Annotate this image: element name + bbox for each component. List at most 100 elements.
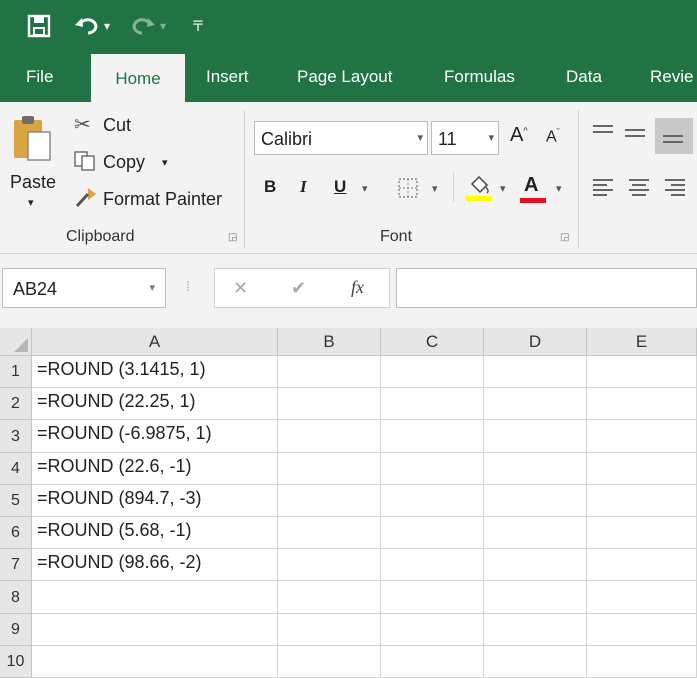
cell[interactable]	[381, 646, 484, 678]
format-painter-button[interactable]: Format Painter	[103, 189, 222, 210]
cell[interactable]	[587, 453, 697, 485]
tab-review[interactable]: Revie	[650, 52, 693, 102]
formula-input[interactable]	[396, 268, 697, 308]
cell[interactable]	[484, 517, 587, 549]
select-all-corner[interactable]	[0, 328, 32, 356]
cell[interactable]	[381, 549, 484, 581]
font-color-button[interactable]: A	[524, 174, 538, 197]
cell[interactable]	[278, 356, 381, 388]
align-bottom-button[interactable]	[655, 118, 693, 154]
cell-a[interactable]: =ROUND (22.6, -1)	[32, 453, 278, 485]
font-color-dropdown-icon[interactable]: ▾	[556, 182, 562, 195]
row-header[interactable]: 7	[0, 549, 32, 581]
cell-a[interactable]	[32, 581, 278, 614]
save-icon[interactable]	[27, 14, 51, 38]
cell[interactable]	[381, 453, 484, 485]
insert-function-icon[interactable]: fx	[351, 277, 364, 298]
cell[interactable]	[381, 420, 484, 453]
cell[interactable]	[381, 356, 484, 388]
cell[interactable]	[484, 646, 587, 678]
bold-button[interactable]: B	[264, 177, 276, 197]
column-header-b[interactable]: B	[278, 328, 381, 356]
row-header[interactable]: 8	[0, 581, 32, 614]
cell-a[interactable]: =ROUND (894.7, -3)	[32, 485, 278, 517]
cell[interactable]	[381, 485, 484, 517]
tab-file[interactable]: File	[26, 52, 53, 102]
cell[interactable]	[278, 581, 381, 614]
font-launcher-icon[interactable]: ◲	[560, 232, 569, 243]
cell[interactable]	[278, 420, 381, 453]
cell[interactable]	[587, 388, 697, 420]
column-header-d[interactable]: D	[484, 328, 587, 356]
name-box-dropdown-icon[interactable]: ▾	[149, 281, 155, 294]
tab-data[interactable]: Data	[566, 52, 602, 102]
borders-icon[interactable]	[398, 178, 418, 198]
cell[interactable]	[278, 388, 381, 420]
cell[interactable]	[587, 517, 697, 549]
cell[interactable]	[587, 614, 697, 646]
column-header-c[interactable]: C	[381, 328, 484, 356]
align-center-icon[interactable]	[629, 178, 649, 196]
row-header[interactable]: 9	[0, 614, 32, 646]
cell[interactable]	[587, 356, 697, 388]
cell[interactable]	[484, 614, 587, 646]
row-header[interactable]: 1	[0, 356, 32, 388]
tab-insert[interactable]: Insert	[206, 52, 249, 102]
underline-button[interactable]: U	[334, 177, 346, 197]
paste-button[interactable]: Paste	[10, 172, 56, 193]
cell[interactable]	[587, 581, 697, 614]
cell[interactable]	[587, 549, 697, 581]
cell-a[interactable]	[32, 614, 278, 646]
cell[interactable]	[381, 388, 484, 420]
cell[interactable]	[587, 646, 697, 678]
undo-dropdown-icon[interactable]: ▾	[104, 16, 110, 36]
row-header[interactable]: 2	[0, 388, 32, 420]
font-size-dropdown-icon[interactable]: ▾	[488, 131, 494, 144]
enter-icon[interactable]: ✔	[291, 278, 306, 299]
cut-button[interactable]: Cut	[103, 115, 131, 136]
cell[interactable]	[587, 485, 697, 517]
fill-color-icon[interactable]	[466, 174, 492, 202]
cell-a[interactable]: =ROUND (3.1415, 1)	[32, 356, 278, 388]
tab-home[interactable]: Home	[91, 54, 185, 102]
cell[interactable]	[381, 614, 484, 646]
align-top-icon[interactable]	[593, 124, 613, 140]
cell-a[interactable]: =ROUND (-6.9875, 1)	[32, 420, 278, 453]
row-header[interactable]: 6	[0, 517, 32, 549]
cell[interactable]	[278, 549, 381, 581]
row-header[interactable]: 10	[0, 646, 32, 678]
cancel-icon[interactable]: ✕	[233, 278, 248, 299]
column-header-a[interactable]: A	[32, 328, 278, 356]
paste-dropdown-icon[interactable]: ▾	[28, 196, 34, 209]
copy-button[interactable]: Copy	[103, 152, 145, 173]
font-name-dropdown-icon[interactable]: ▾	[417, 131, 423, 144]
paste-icon[interactable]	[12, 114, 52, 162]
cell[interactable]	[484, 420, 587, 453]
row-header[interactable]: 5	[0, 485, 32, 517]
copy-dropdown-icon[interactable]: ▾	[162, 156, 168, 169]
cell[interactable]	[587, 420, 697, 453]
cell[interactable]	[484, 388, 587, 420]
tab-formulas[interactable]: Formulas	[444, 52, 515, 102]
cell[interactable]	[484, 453, 587, 485]
cell[interactable]	[381, 517, 484, 549]
italic-button[interactable]: I	[300, 177, 307, 197]
borders-dropdown-icon[interactable]: ▾	[432, 182, 438, 195]
cell[interactable]	[278, 485, 381, 517]
cell[interactable]	[381, 581, 484, 614]
cell-a[interactable]	[32, 646, 278, 678]
align-left-icon[interactable]	[593, 178, 613, 196]
fill-color-dropdown-icon[interactable]: ▾	[500, 182, 506, 195]
cell[interactable]	[278, 646, 381, 678]
cell[interactable]	[484, 356, 587, 388]
underline-dropdown-icon[interactable]: ▾	[362, 182, 368, 195]
cell[interactable]	[484, 549, 587, 581]
cell[interactable]	[278, 453, 381, 485]
cell[interactable]	[278, 517, 381, 549]
customize-icon[interactable]: 〒	[191, 16, 205, 36]
font-size-box[interactable]: 11 ▾	[431, 121, 499, 155]
tab-page-layout[interactable]: Page Layout	[297, 52, 392, 102]
increase-font-size-button[interactable]: A^	[510, 124, 528, 147]
cell-a[interactable]: =ROUND (22.25, 1)	[32, 388, 278, 420]
decrease-font-size-button[interactable]: Aˇ	[546, 127, 560, 146]
